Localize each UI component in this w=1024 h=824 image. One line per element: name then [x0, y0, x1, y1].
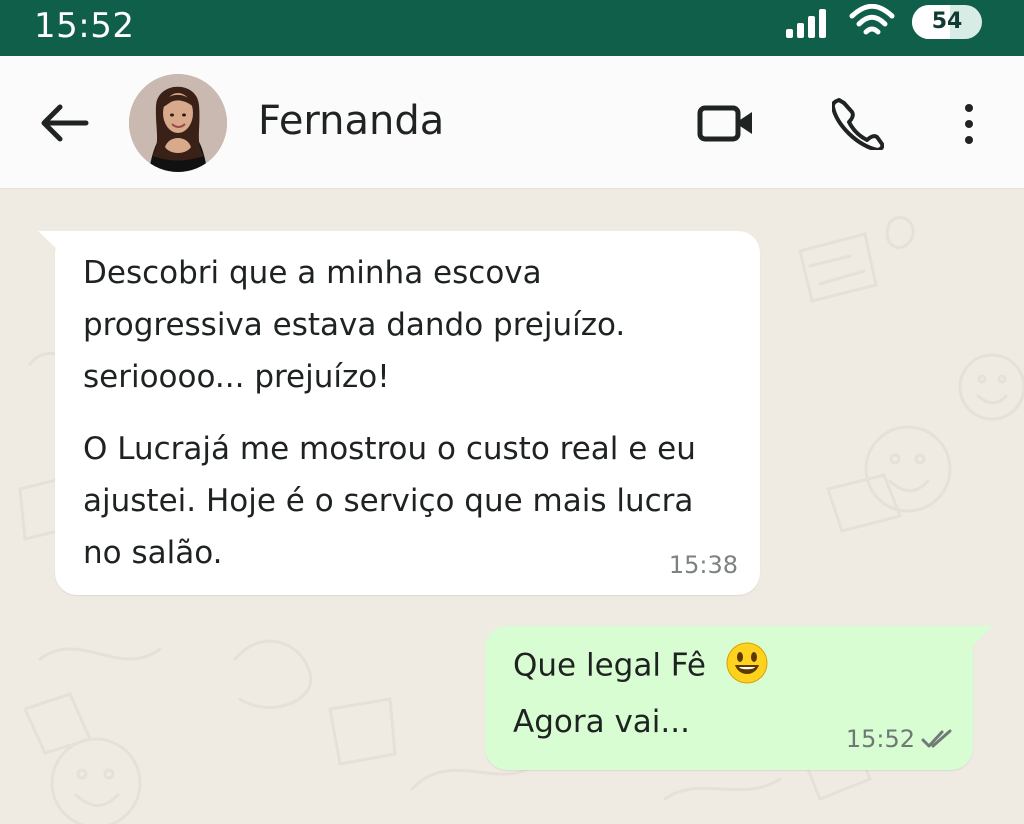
incoming-message[interactable]: Descobri que a minha escova progressiva … [55, 231, 760, 595]
back-arrow-icon[interactable] [36, 102, 92, 144]
avatar[interactable] [129, 74, 227, 172]
status-bar: 15:52 54 [0, 0, 1024, 56]
message-text: Descobri que a minha escova progressiva … [83, 255, 626, 395]
message-time: 15:52 [845, 725, 915, 753]
outgoing-message[interactable]: Que legal Fê Agora vai... 15:52 [485, 626, 973, 770]
battery-level: 54 [931, 9, 963, 34]
chat-area[interactable]: Descobri que a minha escova progressiva … [0, 189, 1024, 824]
message-line: Que legal Fê [513, 642, 768, 688]
signal-icon [786, 8, 832, 38]
battery-indicator: 54 [912, 5, 982, 39]
message-text: Agora vai... [513, 704, 690, 740]
grinning-face-emoji-icon [726, 642, 768, 684]
chat-header: Fernanda [0, 56, 1024, 189]
message-time: 15:38 [668, 551, 738, 579]
voice-call-icon[interactable] [832, 98, 884, 150]
more-options-icon[interactable] [958, 98, 980, 150]
status-time: 15:52 [34, 6, 135, 46]
avatar-image [129, 74, 227, 172]
wifi-icon [849, 4, 895, 35]
contact-name[interactable]: Fernanda [258, 98, 444, 144]
message-text: O Lucrajá me mostrou o custo real e eu a… [83, 431, 696, 571]
read-checks-icon [921, 729, 952, 748]
video-call-icon[interactable] [696, 102, 756, 144]
message-text: Que legal Fê [513, 647, 707, 684]
